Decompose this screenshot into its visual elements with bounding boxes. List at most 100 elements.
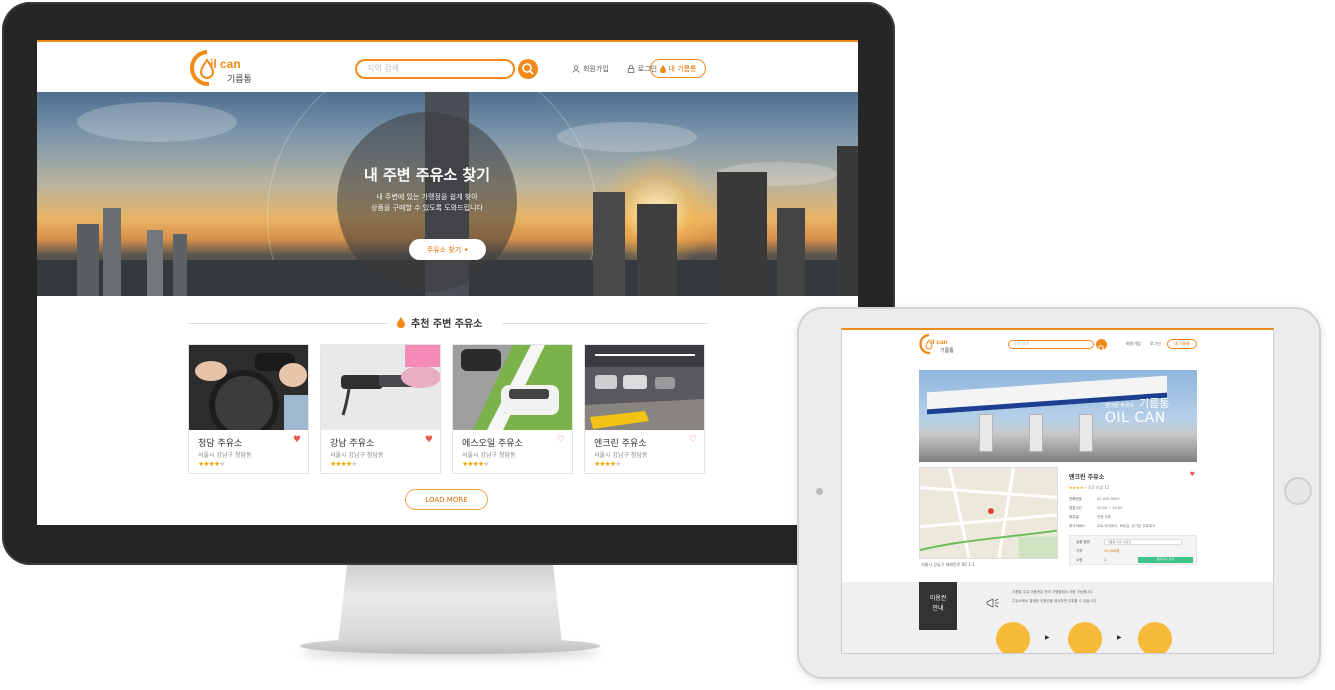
hero-building bbox=[77, 224, 99, 296]
signup-label: 회원가입 bbox=[583, 65, 609, 73]
oil-can-logo[interactable]: il can 기름통 bbox=[918, 333, 956, 355]
fuel-pump bbox=[1029, 414, 1043, 452]
my-oilcan-button[interactable]: 내 기름통 bbox=[1167, 339, 1197, 349]
search-input[interactable]: 지역 검색 bbox=[1008, 340, 1094, 349]
hero-subtitle: 내 주변에 있는 가맹점을 쉽게 찾아 상품을 구매할 수 있도록 도와드립니다 bbox=[337, 192, 517, 214]
station-photo bbox=[189, 345, 308, 430]
heart-icon[interactable]: ♥ bbox=[1190, 471, 1195, 478]
megaphone-icon bbox=[986, 598, 999, 608]
heart-icon[interactable]: ♥ bbox=[293, 435, 301, 445]
find-station-label: 주유소 찾기 bbox=[426, 245, 462, 254]
search-placeholder: 지역 검색 bbox=[1013, 341, 1029, 346]
station-address: 서울시 강남구 테헤란로 00 1-1 bbox=[921, 562, 975, 567]
station-map[interactable] bbox=[919, 467, 1058, 559]
station-photo-subtitle: 엔크린 주유소 bbox=[1105, 403, 1135, 409]
detail-row-service: 부가서비스 무료 와이파이, 화장실, 공기압 무료체크 bbox=[1069, 524, 1156, 528]
header-links: 회원가입 로그인 bbox=[572, 64, 657, 74]
station-name: 강남 주유소 bbox=[330, 439, 375, 449]
find-station-button[interactable]: 주유소 찾기 ▸ bbox=[409, 239, 486, 260]
section-divider-left bbox=[188, 323, 388, 324]
drop-icon bbox=[659, 64, 666, 73]
hero-cloud bbox=[77, 102, 237, 142]
station-card[interactable]: 강남 주유소 서울시 강남구 청담동 ★★★★★ ♥ bbox=[320, 344, 441, 474]
section-divider-right bbox=[502, 323, 707, 324]
hero-building bbox=[637, 204, 677, 296]
fuel-pump bbox=[979, 414, 993, 452]
usage-guide-line1: 이용권 bbox=[929, 595, 947, 602]
usage-guide-text-line2: 주유소에서 결제한 이용권을 제시하면 주유할 수 있습니다 bbox=[1012, 599, 1096, 603]
station-card[interactable]: 청담 주유소 서울시 강남구 청담동 ★★★★★ ♥ bbox=[188, 344, 309, 474]
search-placeholder: 지역 검색 bbox=[367, 64, 399, 73]
order-box: 상품 종류 기름통 주유 이용권 가격 35,000원 수량 1 장바구니 담기 bbox=[1069, 535, 1197, 565]
add-to-cart-button[interactable]: 장바구니 담기 bbox=[1138, 557, 1193, 563]
load-more-button[interactable]: LOAD MORE bbox=[405, 489, 488, 510]
detail-row-phone: 전화번호 02-000-0000 bbox=[1069, 497, 1120, 501]
search-button[interactable] bbox=[1096, 339, 1107, 352]
station-rating: ★★★★★ bbox=[594, 460, 621, 468]
price-value: 35,000원 bbox=[1104, 549, 1120, 553]
review-count: 리뷰 12 bbox=[1095, 485, 1110, 490]
search-input[interactable]: 지역 검색 bbox=[355, 59, 515, 79]
station-rating: ★★★★★ bbox=[198, 460, 225, 468]
station-address: 서울시 강남구 청담동 bbox=[198, 452, 252, 459]
station-photo bbox=[453, 345, 572, 430]
logo-subtext: 기름통 bbox=[940, 347, 954, 354]
signup-link[interactable]: 회원가입 bbox=[1126, 341, 1141, 347]
station-photo bbox=[321, 345, 440, 430]
step-voucher-icon bbox=[1068, 622, 1102, 653]
logo-subtext: 기름통 bbox=[227, 74, 252, 85]
my-oilcan-label: 내 기름통 bbox=[668, 64, 697, 73]
search-icon bbox=[1098, 345, 1105, 352]
station-rating: ★★★★★ bbox=[462, 460, 489, 468]
monitor-stand-neck bbox=[338, 565, 562, 643]
tablet-screen: il can 기름통 지역 검색 회원가입 로그인 내 기름통 엔크린 주유소 … bbox=[841, 328, 1274, 654]
hero-building bbox=[173, 234, 187, 296]
logo-text: il can bbox=[210, 57, 241, 71]
usage-guide-label: 이용권 안내 bbox=[919, 582, 957, 630]
heart-outline-icon[interactable]: ♡ bbox=[557, 435, 565, 445]
station-detail-title: 엔크린 주유소 bbox=[1069, 474, 1105, 481]
search-button[interactable] bbox=[518, 59, 538, 79]
oil-can-logo[interactable]: il can 기름통 bbox=[187, 48, 257, 88]
desktop-header: il can 기름통 지역 검색 회원가입 로그인 내 기름통 bbox=[37, 42, 858, 92]
station-detail-panel: 엔크린 주유소 ♥ ★★★★★ 4.0 리뷰 12 전화번호 02-000-000… bbox=[1069, 467, 1197, 567]
hero-building bbox=[717, 172, 767, 296]
tablet-camera bbox=[816, 488, 823, 495]
signup-link[interactable]: 회원가입 bbox=[572, 64, 609, 74]
play-arrow-icon: ▶ bbox=[1045, 634, 1050, 641]
usage-guide-text: 기름통 주유 이용권은 전국 가맹점에서 사용 가능합니다 주유소에서 결제한 … bbox=[1012, 588, 1096, 606]
station-photo bbox=[585, 345, 704, 430]
my-oilcan-button[interactable]: 내 기름통 bbox=[650, 59, 706, 78]
monitor-stand-base bbox=[300, 638, 600, 654]
hero-title: 내 주변 주유소 찾기 bbox=[363, 166, 491, 184]
station-rating: ★★★★★ bbox=[330, 460, 357, 468]
desktop-screen: il can 기름통 지역 검색 회원가입 로그인 내 기름통 내 주변 주유소… bbox=[37, 40, 858, 525]
usage-guide-text-line1: 기름통 주유 이용권은 전국 가맹점에서 사용 가능합니다 bbox=[1012, 590, 1093, 594]
step-purchase-icon bbox=[996, 622, 1030, 653]
station-photo-title-en: OIL CAN bbox=[1105, 410, 1166, 426]
qty-label: 수량 bbox=[1076, 558, 1083, 562]
detail-row-closed: 휴무일 연중 무휴 bbox=[1069, 515, 1111, 519]
hero-subtitle-line2: 상품을 구매할 수 있도록 도와드립니다 bbox=[371, 204, 483, 212]
tablet-home-button bbox=[1284, 477, 1312, 505]
chevron-right-icon: ▸ bbox=[465, 246, 469, 253]
hero-building bbox=[103, 208, 121, 296]
heart-outline-icon[interactable]: ♡ bbox=[689, 435, 697, 445]
station-card[interactable]: 엔크린 주유소 서울시 강남구 청담동 ★★★★★ ♡ bbox=[584, 344, 705, 474]
user-icon bbox=[572, 65, 580, 73]
hero-subtitle-line1: 내 주변에 있는 가맹점을 쉽게 찾아 bbox=[376, 193, 478, 201]
station-address: 서울시 강남구 청담동 bbox=[594, 452, 648, 459]
header-links: 회원가입 로그인 bbox=[1126, 341, 1161, 347]
detail-row-hours: 영업시간 00:00 ~ 24:00 bbox=[1069, 506, 1123, 510]
recommended-section-title: 추천 주변 주유소 bbox=[397, 315, 482, 330]
station-card[interactable]: 에스오일 주유소 서울시 강남구 청담동 ★★★★★ ♡ bbox=[452, 344, 573, 474]
heart-icon[interactable]: ♥ bbox=[425, 435, 433, 445]
station-address: 서울시 강남구 청담동 bbox=[462, 452, 516, 459]
price-label: 가격 bbox=[1076, 549, 1083, 553]
qty-input[interactable]: 1 bbox=[1104, 558, 1106, 562]
product-select[interactable]: 기름통 주유 이용권 bbox=[1104, 539, 1182, 545]
station-photo-title-ko: 기름통 bbox=[1139, 397, 1170, 410]
login-link[interactable]: 로그인 bbox=[1150, 341, 1161, 347]
fuel-pump bbox=[1079, 414, 1093, 452]
hero-building bbox=[593, 192, 625, 296]
